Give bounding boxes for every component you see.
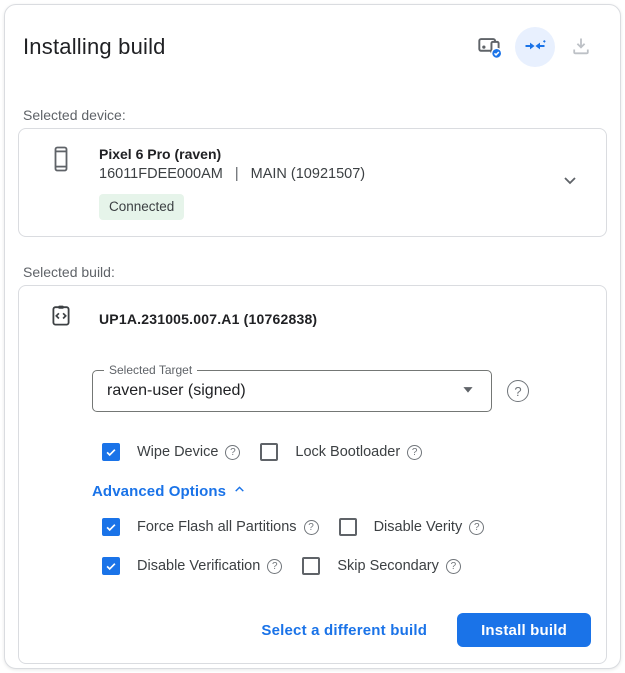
select-floating-label: Selected Target [104,363,197,377]
smartphone-icon [49,145,73,178]
advanced-options-label: Advanced Options [92,483,226,500]
header-actions [469,27,601,67]
dropdown-arrow-icon [457,378,479,405]
main-options-row: Wipe Device Lock Bootloader [92,443,591,461]
install-build-button[interactable]: Install build [457,613,591,647]
disable-verification-option[interactable]: Disable Verification [102,557,282,575]
connect-arrows-icon [523,34,547,61]
device-branch: MAIN (10921507) [251,164,365,184]
device-name: Pixel 6 Pro (raven) [99,145,554,163]
skip-secondary-option[interactable]: Skip Secondary [302,557,461,575]
status-badge: Connected [99,194,184,220]
wipe-device-label: Wipe Device [137,444,218,460]
installing-build-dialog: Installing build [4,4,621,669]
build-code-icon [49,304,73,333]
separator: | [235,164,239,184]
device-connected-button[interactable] [469,27,509,67]
target-help-icon[interactable] [507,380,529,402]
dialog-header: Installing build [18,27,607,67]
disable-verity-option[interactable]: Disable Verity [339,518,485,536]
advanced-options-row-2: Disable Verification Skip Secondary [92,557,591,575]
skip-secondary-help-icon[interactable] [446,559,461,574]
build-id: UP1A.231005.007.A1 (10762838) [99,311,317,327]
lock-bootloader-checkbox[interactable] [260,443,278,461]
force-flash-checkbox[interactable] [102,518,120,536]
build-actions: Select a different build Install build [49,613,591,647]
force-flash-option[interactable]: Force Flash all Partitions [102,518,319,536]
select-different-build-button[interactable]: Select a different build [257,614,431,647]
disable-verification-label: Disable Verification [137,558,260,574]
device-card[interactable]: Pixel 6 Pro (raven) 16011FDEE000AM | MAI… [18,128,607,237]
force-flash-label: Force Flash all Partitions [137,519,297,535]
disable-verification-checkbox[interactable] [102,557,120,575]
device-info: Pixel 6 Pro (raven) 16011FDEE000AM | MAI… [99,145,554,220]
device-serial: 16011FDEE000AM [99,164,223,184]
selected-build-label: Selected build: [23,264,607,280]
lock-bootloader-help-icon[interactable] [407,445,422,460]
target-select-row: Selected Target raven-user (signed) [92,370,591,412]
build-body: Selected Target raven-user (signed) Wipe… [92,370,591,575]
skip-secondary-checkbox[interactable] [302,557,320,575]
device-serial-row: 16011FDEE000AM | MAIN (10921507) [99,164,554,184]
lock-bootloader-option[interactable]: Lock Bootloader [260,443,422,461]
disable-verity-checkbox[interactable] [339,518,357,536]
advanced-options-toggle[interactable]: Advanced Options [92,483,246,500]
download-icon [569,34,593,61]
devices-check-icon [476,33,503,62]
download-build-button[interactable] [561,27,601,67]
selected-target-select[interactable]: Selected Target raven-user (signed) [92,370,492,412]
selected-device-label: Selected device: [23,107,607,123]
page-title: Installing build [23,34,166,60]
disable-verity-label: Disable Verity [374,519,463,535]
skip-secondary-label: Skip Secondary [337,558,439,574]
build-card: UP1A.231005.007.A1 (10762838) Selected T… [18,285,607,664]
lock-bootloader-label: Lock Bootloader [295,444,400,460]
disable-verity-help-icon[interactable] [469,520,484,535]
chevron-down-icon[interactable] [554,164,586,201]
connect-device-button[interactable] [515,27,555,67]
build-header: UP1A.231005.007.A1 (10762838) [49,304,591,333]
wipe-device-option[interactable]: Wipe Device [102,443,240,461]
wipe-device-checkbox[interactable] [102,443,120,461]
select-value: raven-user (signed) [107,382,457,400]
disable-verification-help-icon[interactable] [267,559,282,574]
advanced-options-row-1: Force Flash all Partitions Disable Verit… [92,518,591,536]
chevron-up-icon [233,483,246,500]
wipe-device-help-icon[interactable] [225,445,240,460]
force-flash-help-icon[interactable] [304,520,319,535]
